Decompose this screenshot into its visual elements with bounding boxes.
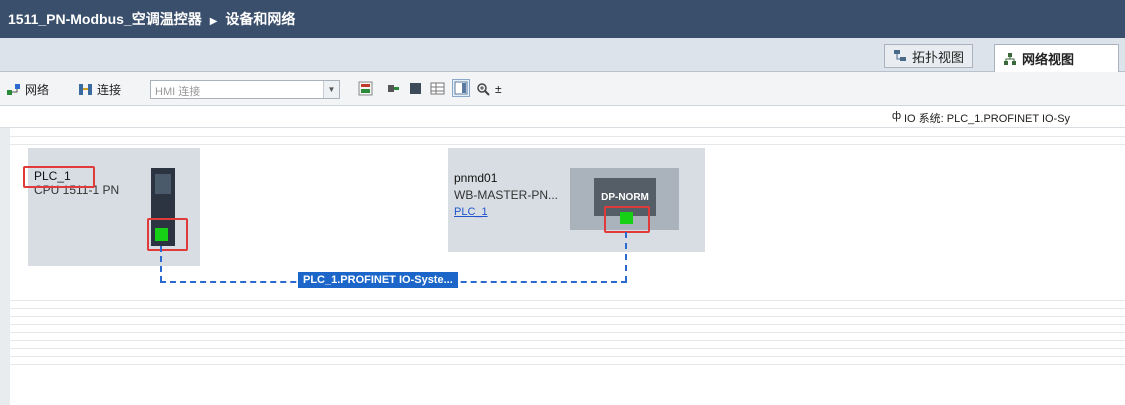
title-bar: 1511_PN-Modbus_空调温控器 ▶ 设备和网络 — [0, 0, 1125, 38]
network-icon — [6, 82, 21, 97]
network-view-icon — [1003, 52, 1017, 66]
grid-line — [0, 364, 1125, 365]
overview-icon[interactable] — [452, 79, 470, 97]
view-tab-bar: 拓扑视图 网络视图 — [0, 38, 1125, 72]
pnmd-drop-line — [625, 232, 627, 282]
section-name: 设备和网络 — [225, 11, 296, 27]
network-canvas[interactable]: PLC_1 CPU 1511-1 PN pnmd01 WB-MASTER-PN.… — [0, 128, 1125, 405]
zoom-icon — [476, 82, 491, 97]
tab-network-label: 网络视图 — [1022, 52, 1075, 67]
connection-button[interactable]: 连接 — [78, 80, 121, 98]
device-name[interactable]: pnmd01 — [454, 171, 497, 185]
table-icon[interactable] — [430, 81, 445, 96]
pin-icon[interactable]: ф — [892, 110, 901, 122]
highlight-plc-name — [23, 166, 95, 188]
connection-type-select[interactable]: HMI 连接 ▼ — [150, 80, 340, 99]
tab-network-view[interactable]: 网络视图 — [994, 44, 1119, 72]
breadcrumb-arrow-icon: ▶ — [209, 16, 218, 27]
canvas-left-edge — [0, 128, 10, 405]
highlight-pnmd-port — [604, 206, 650, 233]
device-type: WB-MASTER-PN... — [454, 188, 558, 202]
network-button[interactable]: 网络 — [6, 80, 49, 98]
tab-topology-label: 拓扑视图 — [912, 49, 965, 65]
grid-line — [0, 340, 1125, 341]
device-address-icon[interactable] — [358, 81, 373, 96]
grid-line — [0, 300, 1125, 301]
topology-icon — [893, 49, 907, 63]
highlight-plc-port — [147, 218, 188, 251]
plc-drop-line — [160, 246, 162, 282]
zoom-button[interactable]: ± — [476, 80, 502, 98]
breadcrumb: 1511_PN-Modbus_空调温控器 ▶ 设备和网络 — [8, 9, 295, 29]
grid-line — [0, 136, 1125, 137]
grid-line — [0, 348, 1125, 349]
zoom-label: ± — [495, 82, 502, 96]
toolbar: 网络 连接 HMI 连接 ▼ ± — [0, 72, 1125, 106]
grid-line — [0, 356, 1125, 357]
grid-line — [0, 144, 1125, 145]
connection-icon — [78, 82, 93, 97]
profinet-io-system-label[interactable]: PLC_1.PROFINET IO-Syste... — [298, 272, 458, 288]
io-system-label: IO 系统: PLC_1.PROFINET IO-Sy — [904, 113, 1071, 125]
grid-line — [0, 308, 1125, 309]
device-controller-link[interactable]: PLC_1 — [454, 206, 488, 218]
plug-icon[interactable] — [386, 81, 401, 96]
chevron-down-icon[interactable]: ▼ — [323, 81, 339, 98]
io-system-header: ф IO 系统: PLC_1.PROFINET IO-Sy — [0, 106, 1125, 128]
module-icon[interactable] — [408, 81, 423, 96]
tab-topology-view[interactable]: 拓扑视图 — [884, 44, 974, 68]
device-pnmd01[interactable]: pnmd01 WB-MASTER-PN... PLC_1 DP-NORM — [448, 148, 705, 252]
grid-line — [0, 324, 1125, 325]
network-label: 网络 — [25, 82, 50, 97]
connection-type-value: HMI 连接 — [155, 86, 201, 98]
grid-line — [0, 316, 1125, 317]
connection-label: 连接 — [97, 82, 122, 97]
grid-line — [0, 332, 1125, 333]
project-name[interactable]: 1511_PN-Modbus_空调温控器 — [8, 11, 202, 27]
